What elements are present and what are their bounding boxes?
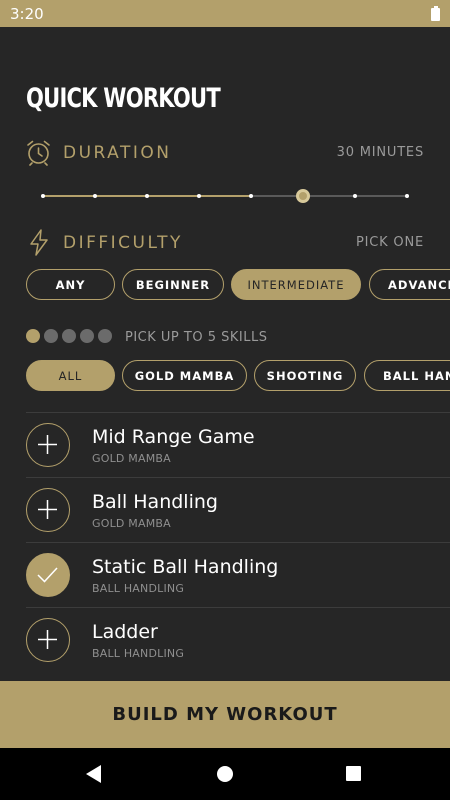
list-item[interactable]: Ball Handling GOLD MAMBA bbox=[26, 477, 450, 542]
skill-count-dot bbox=[26, 329, 40, 343]
slider-step-dot bbox=[249, 194, 253, 198]
workout-category: GOLD MAMBA bbox=[92, 517, 171, 530]
workout-category: BALL HANDLING bbox=[92, 647, 185, 660]
filter-ball-handling-chip[interactable]: BALL HANDLING bbox=[364, 360, 450, 391]
add-workout-button[interactable] bbox=[26, 488, 70, 532]
skill-count-dot bbox=[62, 329, 76, 343]
workout-title: Ball Handling bbox=[92, 491, 218, 513]
build-workout-button[interactable]: BUILD MY WORKOUT bbox=[0, 681, 450, 748]
difficulty-intermediate-chip[interactable]: INTERMEDIATE bbox=[231, 269, 361, 300]
difficulty-label: DIFFICULTY bbox=[63, 233, 183, 253]
workout-title: Static Ball Handling bbox=[92, 556, 279, 578]
duration-label: DURATION bbox=[63, 143, 172, 163]
plus-icon bbox=[38, 500, 57, 519]
skill-count-dot bbox=[80, 329, 94, 343]
difficulty-beginner-chip[interactable]: BEGINNER bbox=[122, 269, 224, 300]
workout-title: Mid Range Game bbox=[92, 426, 255, 448]
slider-step-dot bbox=[145, 194, 149, 198]
skill-count-dot bbox=[44, 329, 58, 343]
battery-icon bbox=[431, 6, 440, 21]
checkmark-icon bbox=[37, 567, 58, 583]
slider-step-dot bbox=[405, 194, 409, 198]
recents-icon[interactable] bbox=[346, 766, 361, 781]
alarm-clock-icon bbox=[27, 140, 50, 166]
duration-value: 30 MINUTES bbox=[336, 145, 424, 160]
difficulty-any-chip[interactable]: ANY bbox=[26, 269, 115, 300]
difficulty-advanced-chip[interactable]: ADVANCED bbox=[369, 269, 450, 300]
duration-slider[interactable] bbox=[41, 187, 409, 205]
plus-icon bbox=[38, 630, 57, 649]
selected-workout-button[interactable] bbox=[26, 553, 70, 597]
workout-category: GOLD MAMBA bbox=[92, 452, 171, 465]
home-icon[interactable] bbox=[217, 766, 233, 782]
status-time: 3:20 bbox=[10, 5, 44, 23]
skills-hint: PICK UP TO 5 SKILLS bbox=[125, 330, 268, 345]
slider-step-dot bbox=[197, 194, 201, 198]
add-workout-button[interactable] bbox=[26, 618, 70, 662]
slider-step-dot bbox=[93, 194, 97, 198]
lightning-bolt-icon bbox=[30, 229, 48, 256]
workout-category: BALL HANDLING bbox=[92, 582, 185, 595]
list-item[interactable]: Mid Range Game GOLD MAMBA bbox=[26, 412, 450, 477]
list-item[interactable]: Static Ball Handling BALL HANDLING bbox=[26, 542, 450, 607]
navigation-bar bbox=[0, 748, 450, 800]
difficulty-options: ANY BEGINNER INTERMEDIATE ADVANCED bbox=[0, 269, 450, 301]
slider-step-dot bbox=[41, 194, 45, 198]
slider-thumb[interactable] bbox=[296, 189, 310, 203]
add-workout-button[interactable] bbox=[26, 423, 70, 467]
plus-icon bbox=[38, 435, 57, 454]
skill-count-dot bbox=[98, 329, 112, 343]
filter-shooting-chip[interactable]: SHOOTING bbox=[254, 360, 356, 391]
difficulty-hint: PICK ONE bbox=[356, 235, 424, 250]
filter-all-chip[interactable]: ALL bbox=[26, 360, 115, 391]
filter-gold-mamba-chip[interactable]: GOLD MAMBA bbox=[122, 360, 247, 391]
slider-step-dot bbox=[353, 194, 357, 198]
status-bar: 3:20 bbox=[0, 0, 450, 27]
skill-filters: ALL GOLD MAMBA SHOOTING BALL HANDLING bbox=[0, 360, 450, 392]
list-item[interactable]: Ladder BALL HANDLING bbox=[26, 607, 450, 672]
back-icon[interactable] bbox=[86, 765, 101, 783]
page-title: QUICK WORKOUT bbox=[26, 83, 221, 114]
workout-title: Ladder bbox=[92, 621, 158, 643]
